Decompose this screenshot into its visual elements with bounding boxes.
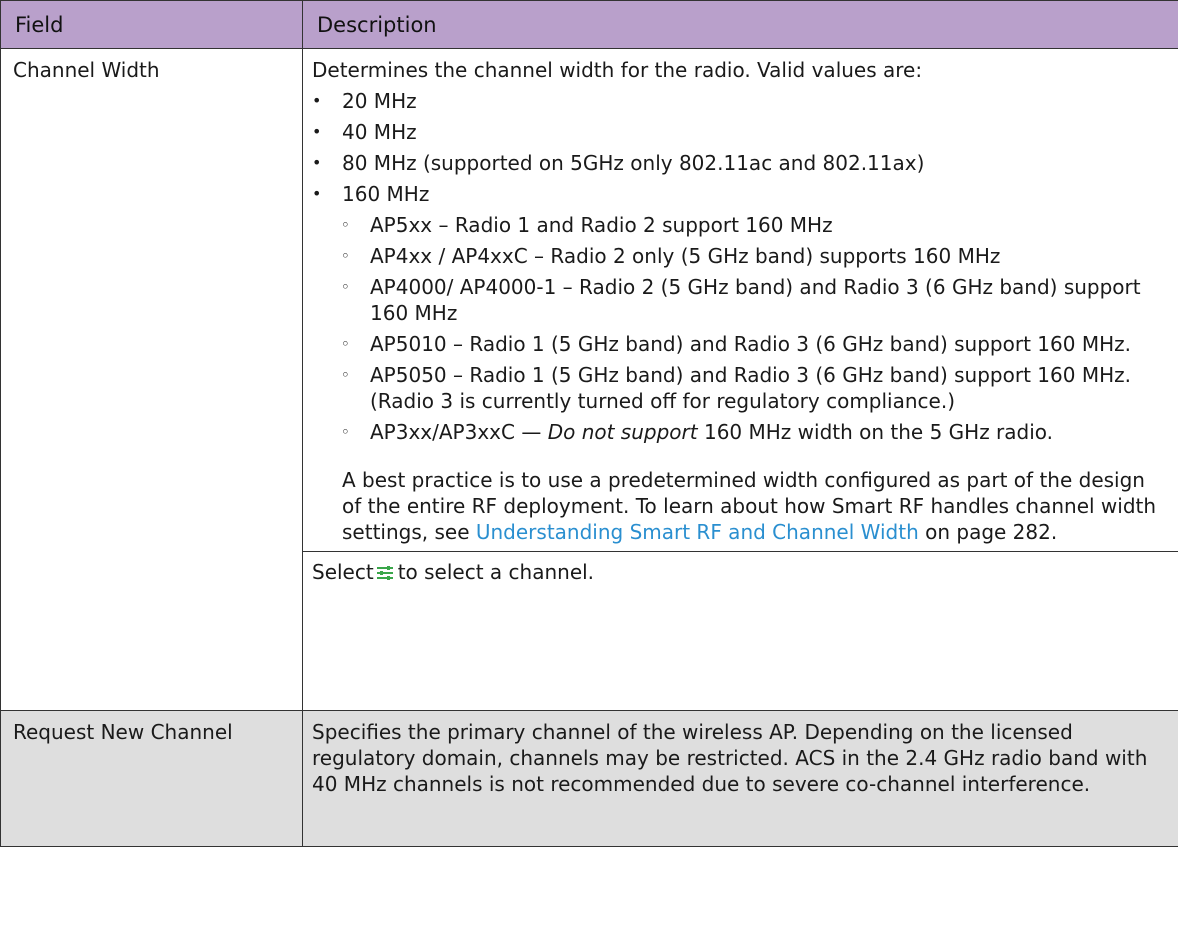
- description-intro: Determines the channel width for the rad…: [312, 58, 923, 82]
- sub-list-item: ◦ AP5xx – Radio 1 and Radio 2 support 160…: [341, 213, 833, 237]
- emphasis-text: Do not support: [547, 420, 698, 444]
- list-item: • 160 MHz ◦ AP5xx – Radio 1 and Radio 2 su…: [312, 181, 1170, 445]
- table-row: Channel Width Determines the channel wid…: [0, 48, 1178, 711]
- table-header-row: Field Description: [0, 0, 1178, 49]
- channel-select-icon: [376, 566, 393, 580]
- sub-list-item: ◦ AP3xx/AP3xxC — Do not support 160 MHz w…: [341, 420, 1054, 444]
- smart-rf-link[interactable]: Understanding Smart RF and Channel Width: [476, 520, 919, 544]
- list-item: • 80 MHz (supported on 5GHz only 802.11ac…: [312, 151, 925, 175]
- field-cell: Channel Width: [0, 48, 303, 711]
- list-item: • 20 MHz: [312, 89, 417, 113]
- description-cell: Determines the channel width for the rad…: [302, 48, 1178, 711]
- width-values-list: • 20 MHz • 40 MHz • 80 MHz (supported on 5G…: [312, 88, 1170, 445]
- sub-list-item: ◦ AP5010 – Radio 1 (5 GHz band) and Radio…: [341, 332, 1131, 356]
- header-description: Description: [302, 0, 1178, 49]
- sub-list-item: ◦ AP4000/ AP4000-1 – Radio 2 (5 GHz band)…: [341, 275, 1141, 325]
- table-row: Request New Channel Specifies the primar…: [0, 710, 1178, 847]
- field-description-table: Field Description Channel Width Determin…: [0, 0, 1178, 847]
- sub-list-item: ◦ AP5050 – Radio 1 (5 GHz band) and Radio…: [341, 363, 1131, 413]
- description-cell: Specifies the primary channel of the wir…: [302, 710, 1178, 847]
- best-practice-paragraph: A best practice is to use a predetermine…: [342, 468, 1157, 544]
- header-field: Field: [0, 0, 303, 49]
- ap-support-list: ◦ AP5xx – Radio 1 and Radio 2 support 160…: [312, 212, 1170, 445]
- field-cell: Request New Channel: [0, 710, 303, 847]
- sub-list-item: ◦ AP4xx / AP4xxC – Radio 2 only (5 GHz ba…: [341, 244, 1001, 268]
- list-item: • 40 MHz: [312, 120, 417, 144]
- select-channel-instruction: Select to select a channel.: [303, 551, 1178, 585]
